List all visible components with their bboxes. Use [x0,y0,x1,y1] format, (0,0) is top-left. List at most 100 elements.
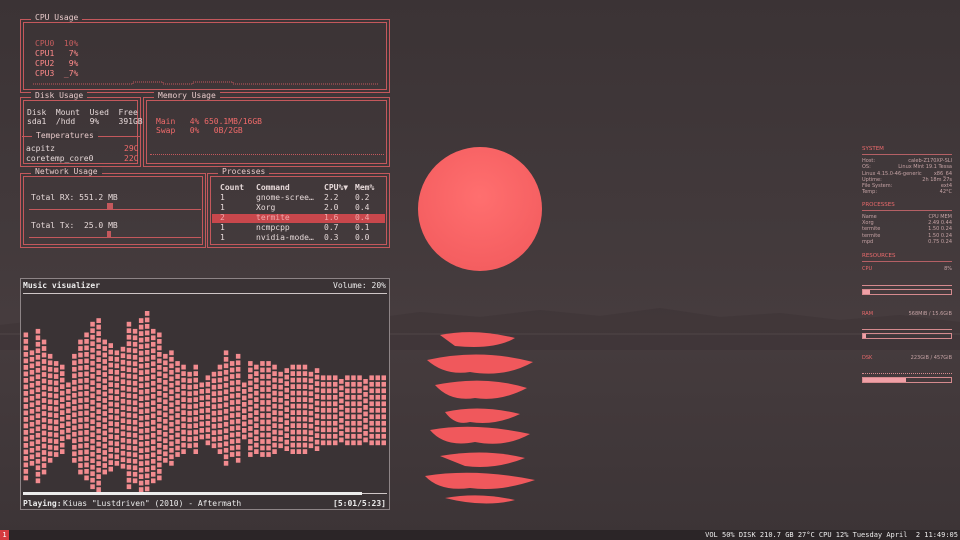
process-cell[interactable]: 0.7 [324,223,338,232]
visualizer-block [205,440,211,446]
process-cell[interactable]: 0.3 [324,233,338,242]
process-cell[interactable]: ncmpcpp [256,223,290,232]
process-cell[interactable]: 1.6 [324,213,338,222]
process-cell[interactable]: 0.4 [355,213,369,222]
visualizer-block [205,388,211,394]
proc-header-command[interactable]: Command [256,183,290,192]
visualizer-block [320,427,326,433]
visualizer-block [333,440,338,446]
visualizer-block [126,419,132,425]
visualizer-block [132,426,138,432]
visualizer-block [272,416,277,422]
visualizer-block [23,449,29,455]
visualizer-block [326,388,332,394]
visualizer-block [23,436,29,442]
process-cell[interactable]: 1 [220,233,225,242]
visualizer-block [60,442,65,448]
visualizer-block [60,436,65,441]
visualizer-block [138,422,144,427]
process-cell[interactable]: 0.0 [355,233,369,242]
visualizer-block [296,410,302,415]
visualizer-block [96,409,101,414]
visualizer-block [102,398,107,403]
visualizer-block [175,439,180,444]
process-cell[interactable]: 0.4 [355,203,369,212]
visualizer-block [272,397,277,402]
workspace-indicator[interactable]: 1 [0,530,9,540]
visualizer-block [254,436,259,441]
visualizer-block [375,394,380,400]
visualizer-block [223,454,229,460]
visualizer-block [84,443,89,448]
visualizer-block [296,416,302,422]
process-cell[interactable]: termite [256,213,290,222]
process-cell[interactable]: 2.2 [324,193,338,202]
visualizer-block [235,366,241,372]
visualizer-block [363,418,368,423]
visualizer-block [254,390,259,396]
visualizer-block [314,446,320,451]
visualizer-block [266,426,271,431]
visualizer-block [29,421,35,427]
visualizer-block [320,433,326,439]
music-visualizer-window: Music visualizer Volume: 20% Playing: Ki… [20,278,390,510]
visualizer-block [138,324,144,330]
visualizer-block [126,373,132,379]
visualizer-block [157,391,162,396]
process-cell[interactable]: 1 [220,193,225,202]
visualizer-block [66,389,71,394]
visualizer-block [351,440,356,446]
song-progress-bar[interactable] [23,492,387,495]
process-cell[interactable]: gnome-scree… [256,193,314,202]
visualizer-block [211,397,217,403]
volume-readout[interactable]: Volume: 20% [333,281,386,290]
visualizer-block [345,394,350,400]
visualizer-block [314,400,320,406]
process-cell[interactable]: 0.2 [355,193,369,202]
visualizer-block [320,381,326,387]
visualizer-block [229,367,235,373]
visualizer-block [138,370,144,375]
proc-header-mem[interactable]: Mem% [355,183,374,192]
visualizer-block [120,437,126,443]
visualizer-block [187,391,192,397]
visualizer-block [254,397,259,402]
visualizer-block [41,391,47,397]
visualizer-block [333,427,338,433]
visualizer-block [242,434,247,440]
visualizer-block [272,423,277,428]
visualizer-block [266,374,271,379]
visualizer-block [223,408,229,414]
visualizer-block [78,430,83,436]
visualizer-block [157,443,162,448]
process-cell[interactable]: 1 [220,203,225,212]
visualizer-block [260,413,265,418]
proc-header-count[interactable]: Count [220,183,244,192]
visualizer-block [47,399,53,405]
process-cell[interactable]: nvidia-mode… [256,233,314,242]
visualizer-block [296,371,302,376]
visualizer-block [260,432,265,438]
visualizer-block [144,389,150,394]
proc-header-cpu[interactable]: CPU%▼ [324,183,348,192]
visualizer-block [29,454,35,460]
visualizer-block [181,416,186,422]
visualizer-block [320,394,326,400]
process-cell[interactable]: 0.1 [355,223,369,232]
divider [23,293,387,294]
visualizer-block [144,395,150,401]
visualizer-block [308,378,314,384]
process-cell[interactable]: 2 [220,213,225,222]
process-cell[interactable]: 1 [220,223,225,232]
visualizer-block [314,381,320,386]
process-cell[interactable]: Xorg [256,203,275,212]
visualizer-block [169,382,174,388]
visualizer-block [266,367,271,373]
visualizer-block [102,365,107,371]
process-cell[interactable]: 2.0 [324,203,338,212]
visualizer-block [72,412,77,418]
visualizer-block [144,460,150,466]
visualizer-block [223,356,229,362]
visualizer-block [120,431,126,437]
visualizer-block [60,416,65,422]
